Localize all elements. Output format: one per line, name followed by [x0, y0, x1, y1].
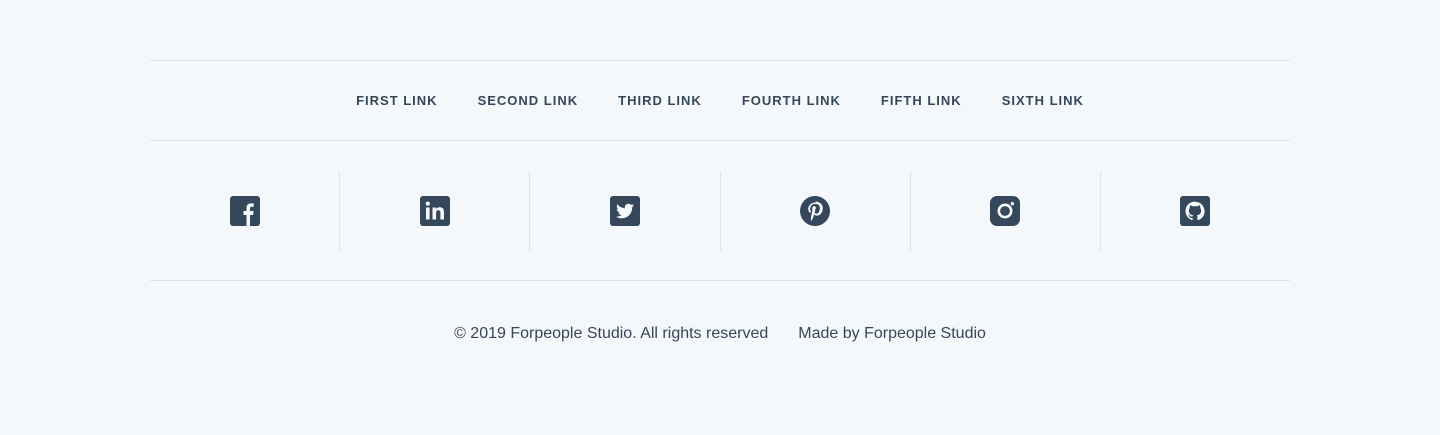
github-icon[interactable] — [1180, 195, 1211, 226]
facebook-icon[interactable] — [229, 195, 260, 226]
instagram-icon[interactable] — [990, 195, 1021, 226]
nav-link-fourth[interactable]: FOURTH LINK — [742, 93, 841, 108]
footer-bottom: © 2019 Forpeople Studio. All rights rese… — [150, 281, 1290, 387]
social-cell-instagram — [909, 170, 1100, 251]
social-cell-facebook — [150, 171, 339, 251]
nav-link-sixth[interactable]: SIXTH LINK — [1002, 93, 1084, 108]
social-cell-pinterest — [719, 170, 910, 251]
social-cell-github — [1099, 170, 1290, 251]
site-footer: FIRST LINK SECOND LINK THIRD LINK FOURTH… — [150, 0, 1290, 387]
nav-link-second[interactable]: SECOND LINK — [478, 93, 579, 108]
social-links — [150, 141, 1290, 280]
nav-link-first[interactable]: FIRST LINK — [356, 93, 438, 108]
copyright-text: © 2019 Forpeople Studio. All rights rese… — [454, 325, 769, 342]
nav-link-fifth[interactable]: FIFTH LINK — [881, 93, 962, 108]
social-cell-linkedin — [339, 170, 529, 251]
twitter-icon[interactable] — [609, 195, 640, 226]
made-by-text: Made by Forpeople Studio — [798, 325, 986, 342]
footer-nav: FIRST LINK SECOND LINK THIRD LINK FOURTH… — [150, 61, 1290, 140]
social-cell-twitter — [529, 170, 719, 251]
pinterest-icon[interactable] — [800, 195, 831, 226]
linkedin-icon[interactable] — [419, 195, 450, 226]
nav-link-third[interactable]: THIRD LINK — [618, 93, 702, 108]
